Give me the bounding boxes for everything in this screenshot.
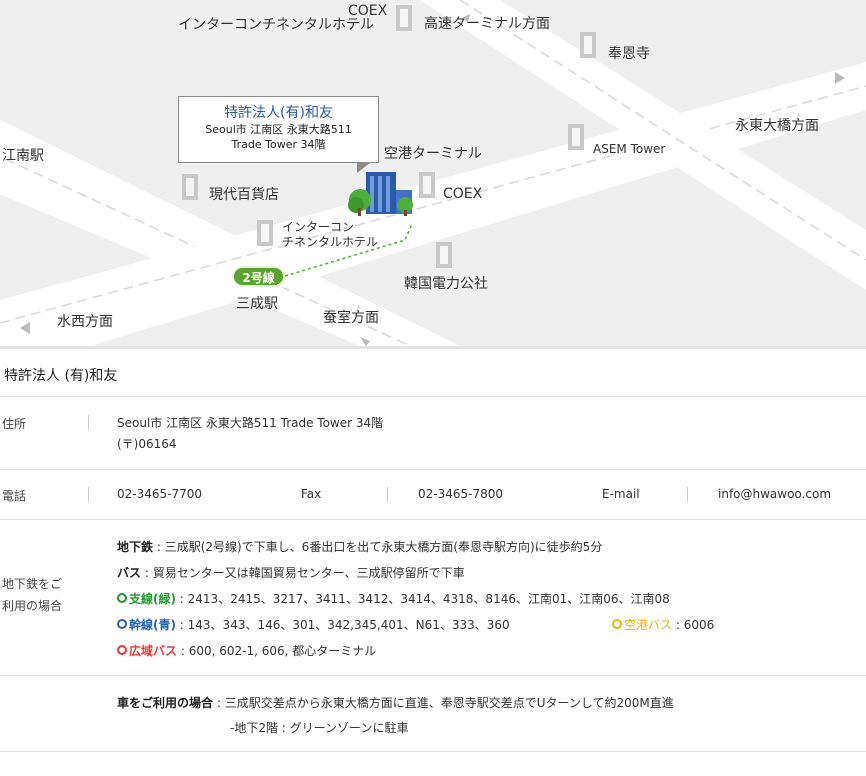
phone-label: 電話 <box>2 489 27 503</box>
label-suseo: 水西方面 <box>57 314 113 330</box>
label-samseong-station: 三成駅 <box>236 296 278 312</box>
building-icon <box>394 5 416 33</box>
fax-number: 02-3465-7800 <box>418 487 504 501</box>
green-bullet-icon <box>117 593 127 603</box>
postal-code: (〒)06164 <box>117 437 177 451</box>
callout-address-1: Seoul市 江南区 永東大路511 <box>205 123 352 136</box>
company-name: 特許法人 (有)和友 <box>4 368 118 384</box>
building-icon <box>434 242 456 270</box>
phone-number: 02-3465-7700 <box>117 487 203 501</box>
trunk-bus-list: 幹線(青) : 143、343、146、301、342,345,401、N61、… <box>117 616 510 633</box>
label-kepco: 韓国電力公社 <box>404 276 488 292</box>
email-link[interactable]: info@hwawoo.com <box>718 487 831 501</box>
label-bongeunsa: 奉恩寺 <box>608 46 650 62</box>
callout-address-2: Trade Tower 34階 <box>231 138 326 151</box>
trade-tower-icon <box>348 172 413 216</box>
airport-bus: 空港バス : 6006 <box>612 616 714 633</box>
label-jamsil: 蚕室方面 <box>323 310 379 326</box>
address-label: 住所 <box>2 417 27 431</box>
building-icon <box>255 220 277 248</box>
label-hyundai-dept: 現代百貨店 <box>209 187 279 203</box>
transit-label-1: 地下鉄をご <box>2 577 63 591</box>
callout-title: 特許法人(有)和友 <box>224 105 333 121</box>
email-label: E-mail <box>602 487 640 501</box>
label-airport-terminal: 空港ターミナル <box>384 146 482 162</box>
parking-info: -地下2階 : グリーンゾーンに駐車 <box>230 721 409 735</box>
building-icon <box>578 32 600 60</box>
building-icon <box>566 124 588 152</box>
yellow-bullet-icon <box>612 619 622 629</box>
building-icon <box>180 174 202 202</box>
wide-area-bus: 広域バス : 600, 602-1, 606, 都心ターミナル <box>117 642 376 659</box>
label-coex-mid: COEX <box>443 186 483 202</box>
address-line-1: Seoul市 江南区 永東大路511 Trade Tower 34階 <box>117 416 384 430</box>
car-directions: 車をご利用の場合 : 三成駅交差点から永東大橋方面に直進、奉恩寺駅交差点でUター… <box>117 696 674 710</box>
office-callout: 特許法人(有)和友 Seoul市 江南区 永東大路511 Trade Tower… <box>178 96 379 173</box>
branch-bus-list: 支線(緑) : 2413、2415、3217、3411、3412、3414、43… <box>117 590 670 607</box>
red-bullet-icon <box>117 645 127 655</box>
label-intercontinental-top: インターコンチネンタルホテル <box>178 17 374 33</box>
address-row: 住所 Seoul市 江南区 永東大路511 Trade Tower 34階 (〒… <box>0 396 866 470</box>
bus-directions: バス : 貿易センター又は韓国貿易センター、三成駅停留所で下車 <box>117 566 465 580</box>
label-asem-tower: ASEM Tower <box>593 142 666 156</box>
label-highway-terminal: 高速ターミナル方面 <box>424 16 550 32</box>
contact-row: 電話 02-3465-7700 Fax 02-3465-7800 E-mail … <box>0 469 866 520</box>
label-intercontinental-line2: チネンタルホテル <box>282 235 379 249</box>
label-yeongdong-bridge: 永東大橋方面 <box>735 118 819 134</box>
car-row: 車をご利用の場合 : 三成駅交差点から永東大橋方面に直進、奉恩寺駅交差点でUター… <box>0 675 866 752</box>
fax-label: Fax <box>301 487 322 501</box>
transit-label-2: 利用の場合 <box>2 599 63 613</box>
location-map: COEX インターコンチネンタルホテル 高速ターミナル方面 奉恩寺 永東大橋方面… <box>0 0 866 349</box>
subway-directions: 地下鉄 : 三成駅(2号線)で下車し、6番出口を出て永東大橋方面(奉恩寺駅方向)… <box>117 540 603 554</box>
building-icon <box>417 172 439 200</box>
label-intercontinental-line1: インターコン <box>282 220 355 234</box>
label-gangnam-station: 江南駅 <box>2 148 44 164</box>
line-2-badge: 2号線 <box>232 266 285 287</box>
transit-row: 地下鉄をご 利用の場合 地下鉄 : 三成駅(2号線)で下車し、6番出口を出て永東… <box>0 519 866 676</box>
blue-bullet-icon <box>117 619 127 629</box>
